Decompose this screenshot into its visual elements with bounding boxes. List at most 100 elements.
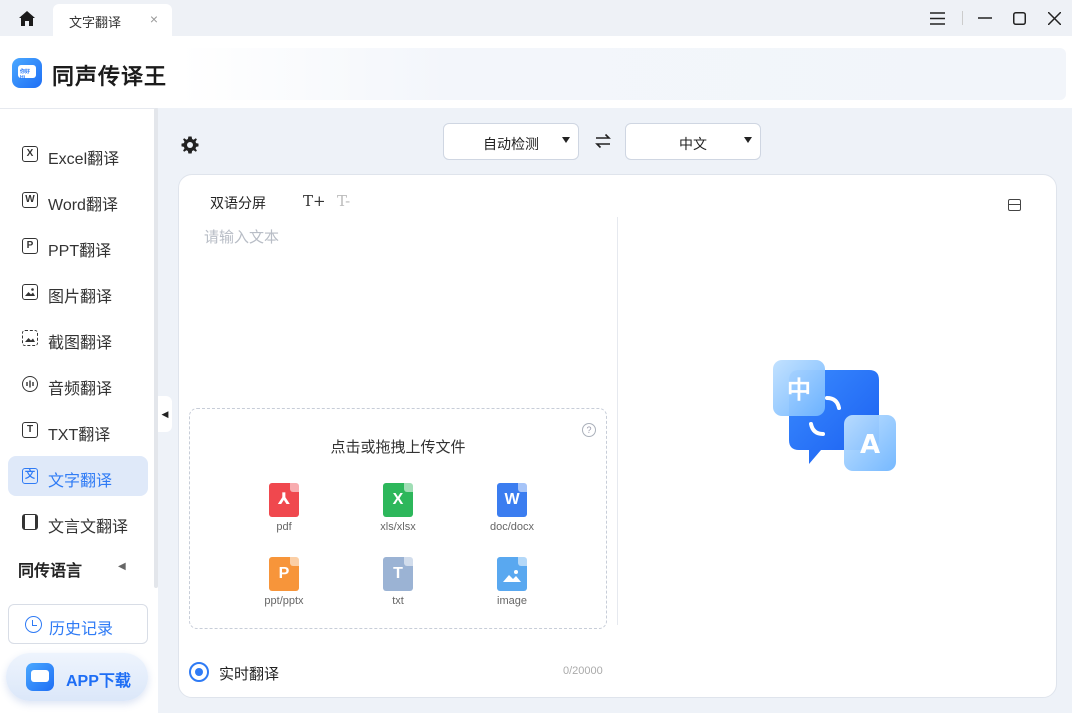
source-language-select[interactable]: 自动检测 [443, 123, 579, 160]
logo-bubble: 你好 Hi [18, 65, 36, 81]
file-type-label: txt [392, 595, 404, 607]
maximize-button[interactable] [1008, 7, 1030, 29]
file-type-doc[interactable]: W doc/docx [472, 483, 552, 533]
clock-icon [25, 616, 42, 633]
logo-text: 你好 Hi [20, 69, 31, 81]
illustration-glyph-a: A [860, 430, 880, 460]
sidebar-item-label: TXT翻译 [48, 427, 111, 444]
target-language-select[interactable]: 中文 [625, 123, 761, 160]
char-count: 0/20000 [563, 665, 603, 677]
ppt-icon: P [22, 238, 38, 254]
tab-text-translate[interactable]: 文字翻译 × [53, 4, 172, 36]
history-button[interactable]: 历史记录 [8, 604, 148, 644]
panel-divider [617, 217, 618, 625]
collapse-sidebar-button[interactable]: ◀ [158, 396, 172, 432]
image-file-icon [497, 557, 527, 591]
app-header: 你好 Hi 同声传译王 [0, 36, 1072, 108]
gear-icon[interactable] [180, 135, 200, 155]
bilingual-split-button[interactable]: 双语分屏 [210, 193, 266, 213]
main-area: ◀ 自动检测 中文 双语分屏 T+ T- 请输入文本 点击或拖拽上传文件 ? ⅄… [158, 108, 1072, 713]
source-language-label: 自动检测 [483, 136, 539, 152]
file-type-label: image [497, 595, 527, 607]
header-band [180, 48, 1066, 100]
title-bar: 文字翻译 × [0, 0, 1072, 36]
file-type-image[interactable]: image [472, 557, 552, 607]
sidebar-item-label: 文字翻译 [48, 473, 113, 490]
sidebar-item-text-translate[interactable]: 文 文字翻译 [8, 456, 148, 496]
upload-title: 点击或拖拽上传文件 [330, 439, 466, 456]
file-upload-area[interactable]: 点击或拖拽上传文件 ? ⅄ pdf X xls/xlsx W doc/docx … [189, 408, 607, 629]
sidebar-item-audio[interactable]: 音频翻译 [8, 364, 148, 404]
maximize-icon [1012, 11, 1026, 25]
file-type-txt[interactable]: T txt [358, 557, 438, 607]
sidebar-item-label: 截图翻译 [48, 335, 113, 352]
translation-panel: 双语分屏 T+ T- 请输入文本 点击或拖拽上传文件 ? ⅄ pdf X xls… [178, 174, 1057, 698]
word-file-icon: W [497, 483, 527, 517]
file-type-label: xls/xlsx [380, 521, 416, 533]
sidebar-item-label: Excel翻译 [48, 151, 120, 168]
sidebar-section-interpretation[interactable]: 同传语言 [18, 557, 82, 581]
sidebar-item-excel[interactable]: X Excel翻译 [8, 134, 148, 174]
screenshot-icon [22, 330, 38, 346]
app-logo: 你好 Hi [12, 58, 42, 88]
app-download-button[interactable]: APP下载 [6, 653, 148, 701]
file-type-xls[interactable]: X xls/xlsx [358, 483, 438, 533]
sidebar-item-txt[interactable]: T TXT翻译 [8, 410, 148, 450]
classical-chinese-icon [22, 514, 38, 530]
sidebar-item-screenshot[interactable]: 截图翻译 [8, 318, 148, 358]
translate-illustration-icon: 中 A [773, 360, 896, 471]
close-icon [1047, 11, 1061, 25]
titlebar-divider [962, 11, 963, 25]
ppt-file-icon: P [269, 557, 299, 591]
image-icon [22, 284, 38, 300]
menu-button[interactable] [926, 7, 948, 29]
txt-file-icon: T [383, 557, 413, 591]
menu-icon [929, 11, 945, 25]
file-type-label: doc/docx [489, 521, 535, 533]
history-label: 历史记录 [49, 621, 114, 638]
file-type-pdf[interactable]: ⅄ pdf [244, 483, 324, 533]
file-type-ppt[interactable]: P ppt/pptx [244, 557, 324, 607]
sidebar-item-label: 音频翻译 [48, 381, 113, 398]
sidebar-item-label: PPT翻译 [48, 243, 112, 260]
sidebar-item-classical-chinese[interactable]: 文言文翻译 [8, 502, 148, 542]
target-language-label: 中文 [679, 136, 707, 152]
sidebar-item-label: 图片翻译 [48, 289, 113, 306]
sidebar-item-ppt[interactable]: P PPT翻译 [8, 226, 148, 266]
file-type-label: pdf [276, 521, 292, 533]
tab-label: 文字翻译 [69, 15, 122, 30]
chevron-left-icon[interactable]: ◀ [118, 561, 126, 572]
font-decrease-icon[interactable]: T- [337, 192, 350, 210]
app-name: 同声传译王 [52, 64, 168, 89]
caret-down-icon [562, 137, 570, 143]
minimize-button[interactable] [974, 7, 996, 29]
excel-icon: X [22, 146, 38, 162]
home-button[interactable] [10, 6, 44, 30]
caret-left-icon: ◀ [161, 408, 169, 419]
minimize-icon [978, 17, 992, 19]
word-icon: W [22, 192, 38, 208]
illustration-glyph-zh: 中 [787, 376, 811, 404]
source-text-input[interactable]: 请输入文本 [204, 226, 279, 247]
tab-close-icon[interactable]: × [150, 11, 158, 27]
file-type-label: ppt/pptx [264, 595, 304, 607]
close-button[interactable] [1043, 7, 1065, 29]
font-increase-icon[interactable]: T+ [303, 192, 326, 210]
sidebar-item-image[interactable]: 图片翻译 [8, 272, 148, 312]
realtime-translate-radio[interactable] [189, 662, 209, 682]
sidebar-item-word[interactable]: W Word翻译 [8, 180, 148, 220]
app-logo-icon [26, 663, 54, 691]
help-icon[interactable]: ? [582, 423, 596, 437]
swap-icon[interactable] [594, 132, 612, 150]
sidebar-item-label: 文言文翻译 [48, 519, 129, 536]
txt-icon: T [22, 422, 38, 438]
sidebar: X Excel翻译 W Word翻译 P PPT翻译 图片翻译 截图翻译 音频翻… [0, 108, 158, 713]
caret-down-icon [744, 137, 752, 143]
home-icon [19, 10, 35, 26]
audio-icon [22, 376, 38, 392]
sidebar-item-label: Word翻译 [48, 197, 118, 214]
layout-split-icon[interactable] [1008, 199, 1021, 211]
app-download-label: APP下载 [66, 673, 131, 690]
pdf-icon: ⅄ [269, 483, 299, 517]
realtime-translate-label: 实时翻译 [219, 666, 280, 683]
